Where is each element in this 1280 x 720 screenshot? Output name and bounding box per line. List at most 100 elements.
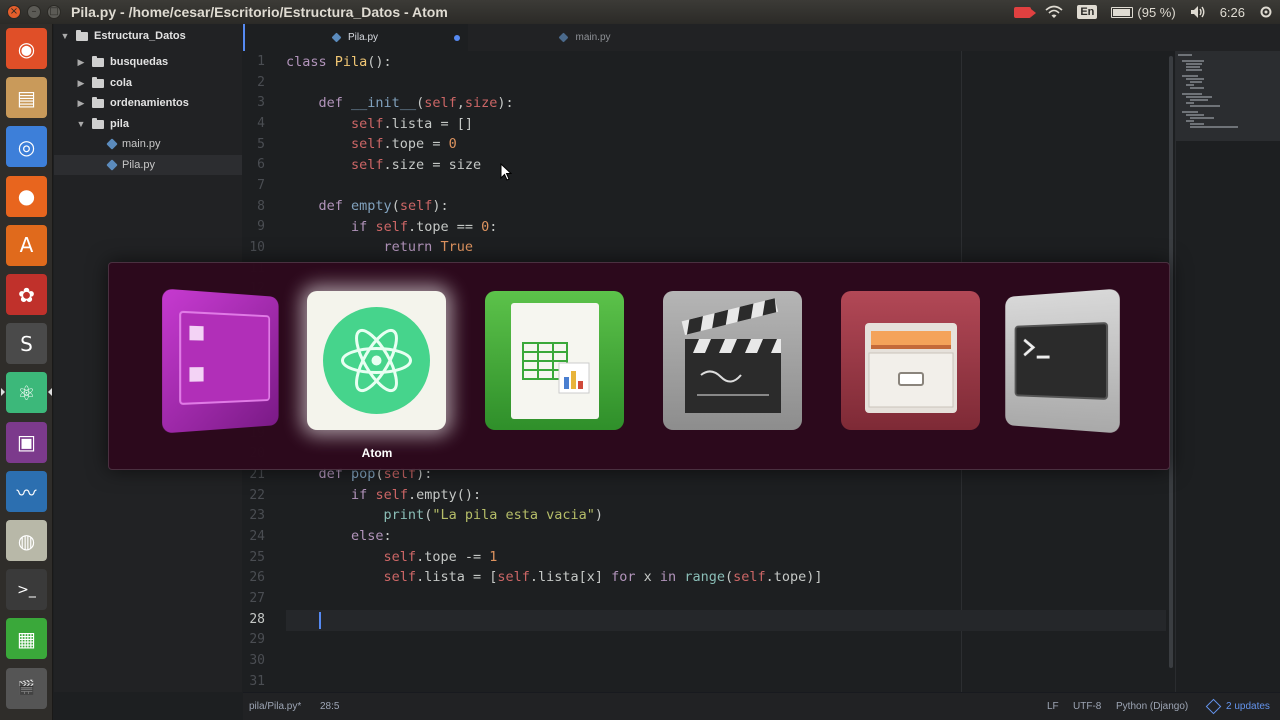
window-title: Pila.py - /home/cesar/Escritorio/Estruct…	[71, 4, 448, 20]
camera-icon	[1014, 6, 1037, 18]
line-number: 5	[257, 136, 265, 152]
file-cabinet-icon	[865, 323, 957, 413]
line-number: 6	[257, 157, 265, 173]
app-switcher: Atom	[108, 262, 1170, 470]
tree-item-cola[interactable]: ▶ cola	[54, 73, 242, 93]
launcher-chromium[interactable]: ◎	[6, 126, 47, 168]
switcher-app-libreoffice-calc[interactable]	[485, 291, 624, 430]
tree-item-ordenamientos[interactable]: ▶ ordenamientos	[54, 93, 242, 113]
folder-icon	[92, 76, 104, 88]
atom-icon: ⚛	[17, 380, 36, 405]
sublime-text-icon: S	[20, 331, 33, 356]
code-line-5: self.tope = 0	[351, 136, 457, 152]
tab-bar: Pila.py main.py	[243, 24, 1280, 51]
line-number: 1	[257, 54, 265, 69]
system-monitor-icon: 〰	[16, 480, 37, 505]
launcher-video-editor[interactable]: 🎬	[6, 667, 47, 709]
chevron-right-icon: ▶	[77, 97, 85, 108]
line-number: 27	[249, 590, 265, 606]
launcher-firefox[interactable]: ●	[6, 175, 47, 217]
launcher-spreadsheet[interactable]: ▦	[6, 618, 47, 660]
line-number: 7	[257, 177, 265, 193]
switcher-app-openshot[interactable]	[663, 291, 802, 430]
tree-item-label: ordenamientos	[110, 97, 189, 109]
package-icon	[1205, 698, 1222, 715]
python-file-icon	[106, 159, 118, 171]
keyboard-indicator[interactable]: En	[1070, 0, 1104, 24]
launcher-system-settings[interactable]: ✿	[6, 274, 47, 315]
switcher-app-file-manager[interactable]	[841, 291, 980, 430]
minimap[interactable]	[1175, 51, 1280, 692]
chevron-right-icon: ▶	[77, 77, 85, 88]
launcher-system-monitor[interactable]: 〰	[6, 470, 47, 512]
sound-indicator[interactable]	[1183, 0, 1213, 24]
minimize-window-button[interactable]: –	[27, 5, 41, 19]
launcher-sublime-text[interactable]: S	[6, 323, 47, 365]
keyboard-layout: En	[1077, 5, 1098, 19]
folder-icon	[92, 96, 104, 108]
battery-indicator[interactable]: (95 %)	[1104, 0, 1182, 24]
launcher-atom[interactable]: ⚛	[6, 372, 47, 414]
status-line-ending[interactable]: LF	[1047, 693, 1059, 720]
minimize-icon: –	[31, 6, 37, 17]
line-number: 2	[257, 74, 265, 90]
tree-root[interactable]: ▼ Estructura_Datos	[54, 26, 242, 46]
tab-pila-py[interactable]: Pila.py	[243, 24, 468, 51]
window-controls: × – □	[7, 5, 63, 19]
terminal-icon	[1005, 289, 1120, 434]
maximize-window-button[interactable]: □	[47, 5, 61, 19]
system-settings-icon: ✿	[18, 282, 35, 307]
firefox-icon: ●	[17, 184, 36, 209]
tree-item-pila[interactable]: ▼ pila	[54, 114, 242, 134]
folder-icon	[76, 29, 88, 41]
python-file-icon	[106, 138, 118, 150]
tree-item-label: main.py	[122, 138, 161, 150]
line-number: 29	[249, 632, 265, 648]
chevron-down-icon: ▼	[60, 31, 70, 41]
modified-indicator	[454, 35, 460, 41]
software-center-icon: A	[19, 233, 34, 258]
mouse-pointer-icon	[500, 163, 512, 181]
launcher-software-center[interactable]: A	[6, 224, 47, 266]
status-encoding[interactable]: UTF-8	[1073, 693, 1101, 720]
tree-item-main-py[interactable]: main.py	[54, 134, 242, 154]
status-cursor-position[interactable]: 28:5	[320, 693, 339, 720]
current-line-highlight	[286, 610, 1166, 631]
tab-label: Pila.py	[347, 32, 378, 43]
switcher-selected-label: Atom	[361, 446, 393, 460]
tree-item-pila-py[interactable]: Pila.py	[54, 155, 242, 175]
camera-indicator[interactable]	[1007, 0, 1038, 24]
code-line-23: print("La pila esta vacia")	[383, 507, 604, 523]
code-line-8: def empty(self):	[318, 198, 449, 214]
focused-indicator	[48, 388, 52, 397]
line-number: 30	[249, 652, 265, 668]
battery-icon	[1111, 6, 1134, 18]
launcher-ubuntu-dash[interactable]: ◉	[6, 28, 47, 69]
status-updates[interactable]: 2 updates	[1226, 693, 1270, 720]
tab-main-py[interactable]: main.py	[468, 24, 703, 51]
video-editor-icon: 🎬	[17, 680, 36, 697]
camera-icon: ◍	[17, 528, 36, 553]
ubuntu-dash-icon: ◉	[17, 36, 36, 61]
switcher-app-window-list[interactable]	[162, 288, 279, 434]
status-file-path[interactable]: pila/Pila.py*	[249, 693, 301, 720]
desktop: × – □ Pila.py - /home/cesar/Escritorio/E…	[0, 0, 1280, 720]
folder-icon	[92, 55, 104, 67]
launcher-camera[interactable]: ◍	[6, 520, 47, 561]
spreadsheet-icon: ▦	[17, 626, 36, 651]
close-window-button[interactable]: ×	[7, 5, 21, 19]
text-cursor	[319, 612, 321, 629]
launcher-files[interactable]: ▤	[6, 77, 47, 119]
switcher-app-terminal[interactable]	[1005, 288, 1120, 434]
launcher-terminal[interactable]: >_	[6, 569, 47, 611]
launcher-media-player[interactable]: ▣	[6, 421, 47, 463]
maximize-icon: □	[49, 6, 59, 17]
status-grammar[interactable]: Python (Django)	[1116, 693, 1188, 720]
close-icon: ×	[9, 6, 19, 17]
switcher-app-atom[interactable]	[307, 291, 446, 430]
network-indicator[interactable]	[1038, 0, 1070, 24]
clock[interactable]: 6:26	[1213, 0, 1252, 24]
session-indicator[interactable]	[1252, 0, 1280, 24]
tree-item-busquedas[interactable]: ▶ busquedas	[54, 52, 242, 72]
folder-icon	[92, 117, 104, 129]
